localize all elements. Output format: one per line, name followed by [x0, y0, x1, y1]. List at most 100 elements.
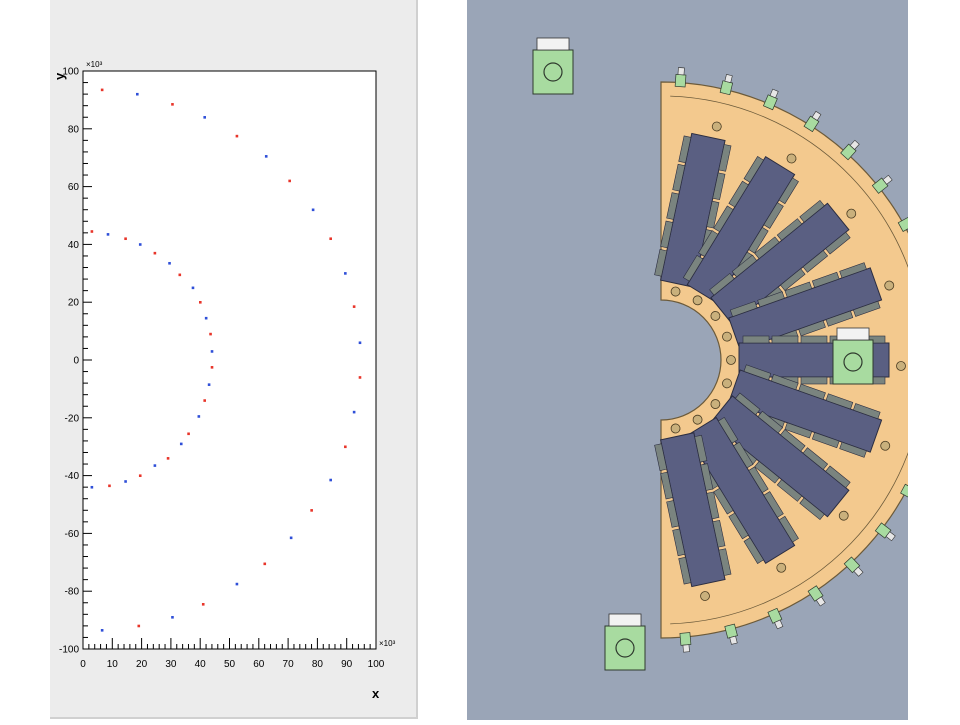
- bracket-body: [832, 339, 874, 385]
- data-point: [171, 616, 174, 619]
- plot-frame: [82, 70, 377, 650]
- data-point: [100, 629, 104, 632]
- data-point: [90, 230, 94, 233]
- mount-bracket-top: [532, 37, 574, 95]
- data-point: [235, 134, 239, 138]
- x-tick-label: 90: [341, 659, 353, 670]
- x-tick-label: 100: [368, 659, 385, 670]
- data-point: [310, 509, 313, 512]
- screw: [896, 361, 906, 371]
- scatter-plot: 0 10 20 30 40 50 60 70 80 90 100100806040200-20-40…: [52, 60, 396, 701]
- x-tick-label: 80: [312, 659, 324, 670]
- data-point: [207, 383, 211, 386]
- y-tick-label: -20: [65, 413, 80, 424]
- y-exponent-label: ×10³: [86, 60, 103, 69]
- data-point: [136, 92, 139, 96]
- y-tick-label: 20: [68, 298, 80, 309]
- x-tick-label: 30: [165, 659, 177, 670]
- data-point: [100, 88, 104, 92]
- data-point: [171, 103, 174, 106]
- data-point: [235, 582, 239, 586]
- x-tick-label: 10: [107, 659, 119, 670]
- x-axis-label: x: [372, 686, 380, 701]
- sensor-chip: [771, 335, 799, 344]
- data-point: [106, 233, 110, 236]
- x-tick-label: 60: [253, 659, 265, 670]
- data-point: [138, 243, 142, 246]
- data-point: [210, 366, 214, 369]
- data-point: [138, 474, 142, 477]
- data-point: [358, 341, 362, 345]
- data-point: [108, 484, 111, 488]
- data-point: [90, 485, 94, 489]
- mount-bracket-right: [832, 327, 874, 385]
- data-point: [264, 155, 268, 158]
- x-exponent-label: ×10³: [379, 639, 396, 648]
- data-point: [329, 237, 332, 241]
- clip-pin: [724, 74, 733, 83]
- data-point: [166, 457, 170, 460]
- clip-pin: [682, 644, 690, 653]
- data-point: [137, 624, 141, 628]
- data-point: [203, 116, 206, 119]
- clip-body: [679, 632, 692, 646]
- y-tick-label: -100: [59, 645, 79, 656]
- data-point: [209, 332, 212, 336]
- bracket-cap: [536, 37, 570, 51]
- detector-cad-drawing: [467, 0, 955, 720]
- sensor-chip: [742, 335, 770, 344]
- data-point: [344, 445, 347, 449]
- y-tick-label: -60: [65, 529, 80, 540]
- sensor-chip: [800, 335, 828, 344]
- bracket-body: [604, 625, 646, 671]
- data-point: [199, 301, 202, 304]
- scatter-plot-panel: 0 10 20 30 40 50 60 70 80 90 100 100 80 60 40 20 0 -20 -40…: [50, 0, 418, 719]
- sensor-chip: [800, 376, 828, 385]
- y-tick-label: -80: [65, 587, 80, 598]
- data-point: [352, 305, 356, 308]
- data-point: [168, 261, 171, 265]
- clip-body: [674, 73, 687, 88]
- data-point: [201, 603, 205, 606]
- data-point: [179, 442, 183, 446]
- data-point: [263, 562, 267, 566]
- data-point: [329, 478, 332, 482]
- data-point: [289, 536, 293, 540]
- x-tick-label: 70: [283, 659, 295, 670]
- plot-axes: 0 10 20 30 40 50 60 70 80 90 100100806040200-20-40…: [52, 60, 396, 701]
- bracket-cap: [608, 613, 642, 627]
- data-point: [124, 480, 127, 483]
- data-point: [358, 376, 362, 379]
- data-point: [344, 272, 347, 275]
- y-tick-label: 40: [68, 240, 80, 251]
- data-point: [352, 410, 356, 414]
- clip-pin: [677, 67, 685, 76]
- mount-bracket-bottom: [604, 613, 646, 671]
- data-point: [203, 399, 206, 402]
- y-tick-label: 80: [68, 124, 80, 135]
- data-point: [210, 350, 214, 353]
- y-tick-label: 60: [68, 182, 80, 193]
- data-point: [178, 273, 182, 277]
- data-point: [153, 464, 157, 467]
- y-axis-label: y: [52, 72, 67, 80]
- data-point: [191, 286, 195, 290]
- data-point: [124, 237, 127, 241]
- data-point: [311, 208, 315, 212]
- data-point: [197, 415, 201, 418]
- screw: [726, 355, 736, 365]
- data-point: [204, 316, 208, 320]
- cad-render-panel: [467, 0, 955, 720]
- x-tick-label: 50: [224, 659, 236, 670]
- data-point: [288, 179, 291, 183]
- x-tick-label: 0: [80, 659, 86, 670]
- y-tick-label: -40: [65, 471, 80, 482]
- bracket-body: [532, 49, 574, 95]
- x-tick-label: 20: [136, 659, 148, 670]
- bracket-cap: [836, 327, 870, 341]
- data-point: [187, 432, 190, 436]
- clip-pin: [729, 635, 738, 645]
- data-point: [153, 251, 157, 255]
- x-tick-label: 40: [195, 659, 207, 670]
- y-tick-label: 0: [73, 356, 79, 367]
